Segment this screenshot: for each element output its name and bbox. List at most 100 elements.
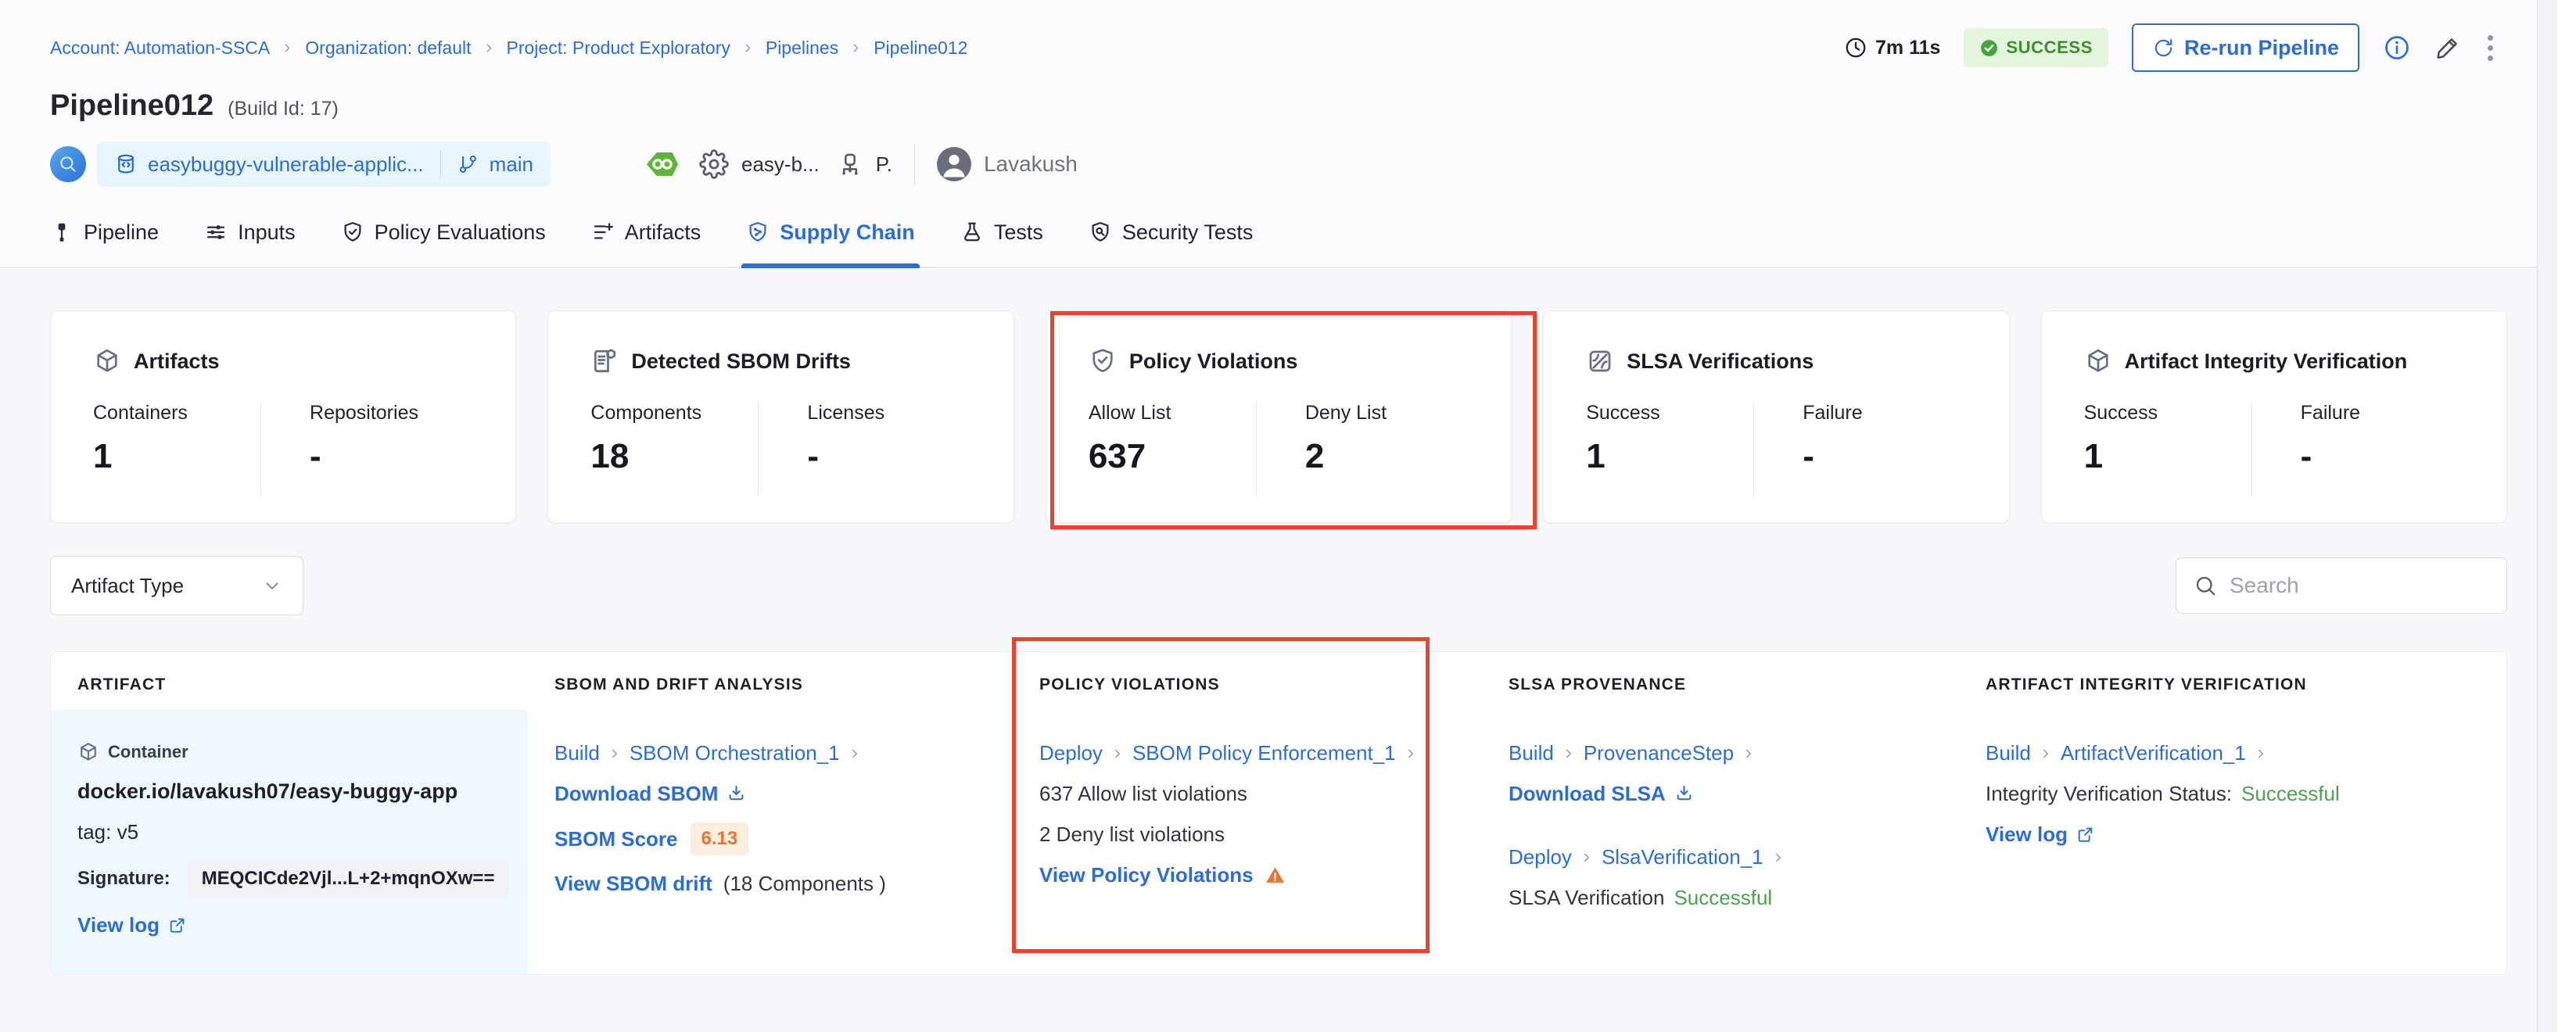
search-input[interactable] — [2230, 573, 2489, 598]
repository-link[interactable]: easybuggy-vulnerable-applic... — [148, 152, 424, 177]
slsa-verification-label: SLSA Verification — [1509, 886, 1664, 910]
breadcrumb-pipeline012[interactable]: Pipeline012 — [874, 38, 967, 59]
dropdown-label: Artifact Type — [71, 574, 184, 598]
trigger-pipeline-label[interactable]: easy-b... — [741, 152, 820, 177]
column-header-policy-violations: POLICY VIOLATIONS — [1013, 652, 1482, 710]
integrity-status-label: Integrity Verification Status: — [1986, 782, 2232, 806]
artifacts-table: ARTIFACT SBOM AND DRIFT ANALYSIS POLICY … — [50, 651, 2507, 975]
chevron-down-icon — [262, 575, 282, 596]
app-window: Account: Automation-SSCA Organization: d… — [0, 0, 2557, 1032]
breadcrumb-pipelines[interactable]: Pipelines — [766, 38, 838, 59]
supply-chain-content: Artifacts Containers1 Repositories- Dete… — [0, 310, 2557, 975]
step-link[interactable]: SBOM Orchestration_1 — [630, 741, 840, 765]
webhook-trigger-icon — [644, 146, 680, 182]
pipeline-icon — [50, 220, 74, 244]
stage-link[interactable]: Deploy — [1509, 845, 1572, 869]
breadcrumb-project[interactable]: Project: Product Exploratory — [507, 38, 730, 59]
stage-link[interactable]: Build — [1509, 741, 1554, 765]
stat-label: Containers — [93, 402, 260, 425]
kebab-menu-icon[interactable] — [2485, 32, 2496, 64]
artifact-cell: Container docker.io/lavakush07/easy-bugg… — [51, 710, 528, 974]
step-link[interactable]: SlsaVerification_1 — [1602, 845, 1763, 869]
table-header-row: ARTIFACT SBOM AND DRIFT ANALYSIS POLICY … — [51, 652, 2506, 710]
step-link[interactable]: ArtifactVerification_1 — [2061, 741, 2246, 765]
stat-value: 1 — [93, 437, 260, 476]
sbom-document-icon — [590, 347, 619, 375]
artifact-type-dropdown[interactable]: Artifact Type — [50, 556, 303, 615]
chevron-right-icon — [848, 747, 862, 761]
stat-label: Licenses — [807, 402, 970, 425]
status-text: SUCCESS — [2006, 38, 2093, 58]
artifact-image-name: docker.io/lavakush07/easy-buggy-app — [77, 779, 457, 804]
rerun-label: Re-run Pipeline — [2184, 36, 2339, 60]
sbom-score-link[interactable]: SBOM Score — [554, 827, 678, 851]
stat-value: - — [2301, 437, 2464, 476]
breadcrumb-account[interactable]: Account: Automation-SSCA — [50, 38, 270, 59]
view-log-text: View log — [1986, 822, 2068, 847]
card-artifact-integrity: Artifact Integrity Verification Success1… — [2041, 310, 2507, 523]
execution-meta-row: easybuggy-vulnerable-applic... main easy… — [0, 123, 2557, 187]
tab-tests[interactable]: Tests — [960, 198, 1043, 267]
download-slsa-link[interactable]: Download SLSA — [1509, 782, 1695, 806]
branch-link[interactable]: main — [490, 152, 533, 177]
stage-link[interactable]: Build — [554, 741, 600, 765]
user-name-label: Lavakush — [984, 152, 1078, 177]
chevron-right-icon — [1742, 747, 1756, 761]
view-log-link[interactable]: View log — [77, 913, 187, 937]
step-link[interactable]: SBOM Policy Enforcement_1 — [1132, 741, 1396, 765]
tab-pipeline[interactable]: Pipeline — [50, 198, 159, 267]
duration-text: 7m 11s — [1875, 37, 1940, 59]
step-link[interactable]: ProvenanceStep — [1584, 741, 1734, 765]
scrollbar-track[interactable] — [2537, 0, 2557, 1032]
stat-value: 18 — [590, 437, 758, 476]
summary-cards: Artifacts Containers1 Repositories- Dete… — [50, 310, 2507, 523]
stage-link[interactable]: Deploy — [1039, 741, 1103, 765]
integrity-status-value: Successful — [2241, 782, 2340, 806]
download-sbom-link[interactable]: Download SBOM — [554, 782, 747, 806]
chevron-right-icon — [483, 41, 496, 55]
codebase-icon — [50, 146, 86, 182]
tab-supply-chain[interactable]: Supply Chain — [746, 198, 915, 267]
stat-label: Deny List — [1305, 402, 1469, 425]
trigger-user-label: P. — [876, 152, 892, 177]
breadcrumb-organization[interactable]: Organization: default — [305, 38, 471, 59]
refresh-icon — [2152, 37, 2175, 59]
chevron-right-icon — [608, 747, 622, 761]
info-icon[interactable] — [2383, 34, 2411, 62]
git-branch-icon — [457, 153, 479, 175]
stat-label: Repositories — [310, 402, 473, 425]
warning-triangle-icon — [1265, 865, 1286, 886]
card-title: Artifact Integrity Verification — [2125, 349, 2408, 374]
download-icon — [1674, 783, 1695, 804]
rerun-pipeline-button[interactable]: Re-run Pipeline — [2132, 23, 2359, 72]
cube-icon — [2084, 347, 2112, 375]
download-sbom-text: Download SBOM — [554, 782, 718, 806]
chevron-right-icon — [1110, 747, 1125, 761]
tab-policy-evaluations[interactable]: Policy Evaluations — [341, 198, 546, 267]
tab-security-tests[interactable]: Security Tests — [1089, 198, 1254, 267]
top-bar: Account: Automation-SSCA Organization: d… — [0, 0, 2557, 72]
view-log-link[interactable]: View log — [1986, 822, 2095, 847]
tab-inputs[interactable]: Inputs — [204, 198, 296, 267]
view-sbom-drift-link[interactable]: View SBOM drift — [554, 872, 712, 896]
pipeline-header: Account: Automation-SSCA Organization: d… — [0, 0, 2557, 268]
deployment-icon — [837, 151, 863, 177]
column-header-sbom: SBOM AND DRIFT ANALYSIS — [528, 652, 1013, 710]
repository-icon — [114, 152, 138, 176]
artifact-tag: tag: v5 — [77, 820, 138, 844]
stage-link[interactable]: Build — [1986, 741, 2031, 765]
chevron-right-icon — [281, 41, 294, 55]
edit-pencil-icon[interactable] — [2434, 34, 2461, 61]
chevron-right-icon — [1404, 747, 1418, 761]
gear-icon — [699, 149, 729, 179]
stat-value: 637 — [1089, 437, 1256, 476]
breadcrumb: Account: Automation-SSCA Organization: d… — [50, 38, 967, 59]
tab-artifacts[interactable]: Artifacts — [591, 198, 701, 267]
build-id-label: (Build Id: 17) — [228, 98, 339, 120]
stat-label: Success — [2084, 402, 2251, 425]
view-policy-violations-link[interactable]: View Policy Violations — [1039, 863, 1254, 887]
artifact-type-label: Container — [108, 742, 188, 762]
signature-value[interactable]: MEQCICde2Vjl...L+2+mqnOXw== — [188, 861, 509, 897]
header-actions: 7m 11s SUCCESS Re-run Pipeline — [1844, 23, 2496, 72]
user-avatar[interactable] — [937, 147, 971, 181]
